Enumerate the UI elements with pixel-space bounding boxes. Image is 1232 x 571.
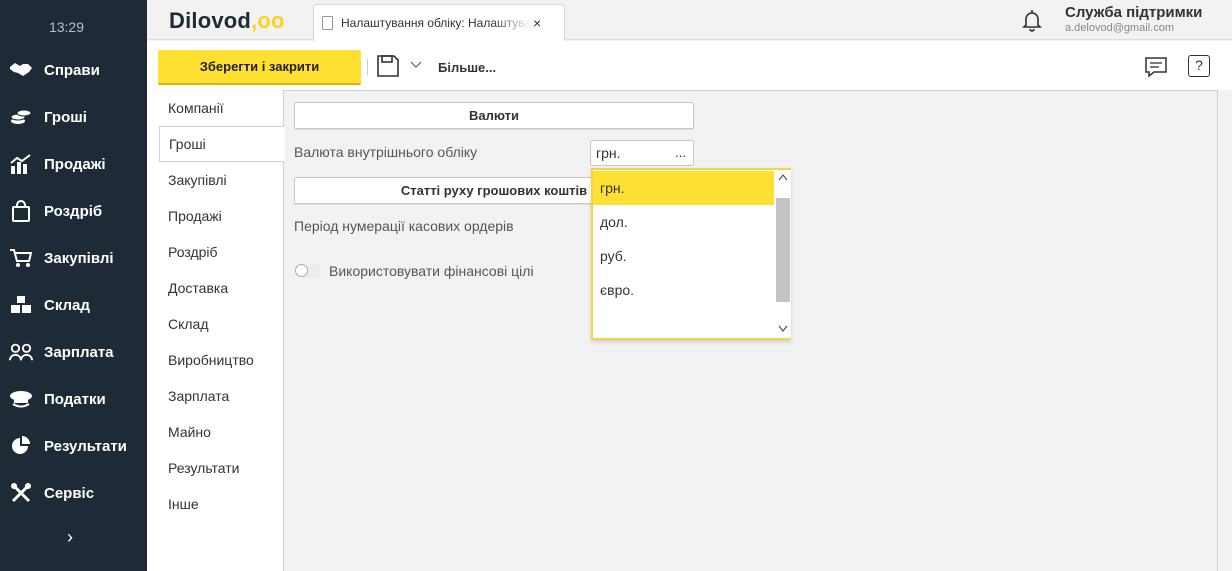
- support-email: a.delovod@gmail.com: [1065, 22, 1174, 34]
- sidebar-item-label: Роздріб: [44, 202, 103, 220]
- toggle-knob: [295, 264, 308, 277]
- settings-menu-item-results[interactable]: Результати: [159, 450, 284, 486]
- sidebar-item-purchases[interactable]: Закупівлі: [0, 238, 147, 278]
- logo: Dilovod,oo: [169, 8, 285, 33]
- currencies-button[interactable]: Валюти: [294, 102, 694, 129]
- shopping-bag-icon: [9, 199, 33, 223]
- settings-menu-item-sales[interactable]: Продажі: [159, 198, 284, 234]
- select-more-icon[interactable]: ...: [675, 141, 686, 165]
- settings-menu-item-warehouse[interactable]: Склад: [159, 306, 284, 342]
- clock: 13:29: [48, 19, 85, 35]
- tab-title: Налаштування обліку: Налаштування: [341, 16, 531, 30]
- chevron-down-icon[interactable]: [409, 57, 423, 71]
- sidebar-item-taxes[interactable]: Податки: [0, 379, 147, 419]
- toolbar-divider: [367, 59, 368, 75]
- chart-icon: [9, 152, 33, 176]
- scrollbar-thumb[interactable]: [776, 198, 790, 302]
- settings-menu: Компанії Гроші Закупівлі Продажі Роздріб…: [147, 90, 285, 571]
- sidebar-item-label: Зарплата: [44, 343, 114, 361]
- top-bar: Dilovod,oo Налаштування обліку: Налаштув…: [147, 0, 1232, 41]
- financial-goals-toggle[interactable]: [295, 264, 321, 277]
- cart-icon: [9, 246, 33, 270]
- boxes-icon: [9, 293, 33, 317]
- financial-goals-label: Використовувати фінансові цілі: [329, 263, 534, 279]
- officer-cap-icon: [9, 387, 33, 411]
- dropdown-option-uah[interactable]: грн.: [593, 171, 774, 205]
- support-name: Служба підтримки: [1065, 4, 1203, 21]
- sidebar-item-warehouse[interactable]: Склад: [0, 285, 147, 325]
- more-button[interactable]: Більше...: [438, 60, 496, 75]
- settings-menu-item-production[interactable]: Виробництво: [159, 342, 284, 378]
- pie-chart-icon: [9, 434, 33, 458]
- settings-menu-item-delivery[interactable]: Доставка: [159, 270, 284, 306]
- cash-order-period-label: Період нумерації касових ордерів: [294, 218, 514, 234]
- document-icon: [322, 16, 333, 30]
- chat-icon[interactable]: [1144, 55, 1168, 79]
- sidebar-item-salary[interactable]: Зарплата: [0, 332, 147, 372]
- chevron-up-icon[interactable]: [777, 172, 789, 184]
- internal-currency-label: Валюта внутрішнього обліку: [294, 144, 478, 160]
- settings-menu-item-other[interactable]: Інше: [159, 486, 284, 522]
- sidebar-item-service[interactable]: Сервіс: [0, 473, 147, 513]
- chevron-down-icon[interactable]: [777, 322, 789, 334]
- sidebar-item-sales[interactable]: Продажі: [0, 144, 147, 184]
- sidebar-item-affairs[interactable]: Справи: [0, 50, 147, 90]
- internal-currency-value: грн.: [596, 145, 621, 161]
- tools-icon: [9, 481, 33, 505]
- settings-menu-item-purchases[interactable]: Закупівлі: [159, 162, 284, 198]
- dropdown-option-usd[interactable]: дол.: [593, 205, 774, 239]
- toolbar: Зберегти і закрити Більше... ?: [147, 41, 1232, 90]
- sidebar-item-label: Продажі: [44, 155, 106, 173]
- sidebar-item-label: Склад: [44, 296, 90, 314]
- floppy-disk-icon[interactable]: [376, 54, 400, 78]
- expand-sidebar-icon[interactable]: ›: [60, 527, 80, 547]
- sidebar-item-money[interactable]: Гроші: [0, 97, 147, 137]
- sidebar-item-retail[interactable]: Роздріб: [0, 191, 147, 231]
- tab-settings[interactable]: Налаштування обліку: Налаштування ×: [313, 4, 565, 41]
- close-icon[interactable]: ×: [533, 15, 541, 31]
- currency-dropdown[interactable]: грн. дол. руб. євро.: [591, 168, 791, 340]
- main-sidebar: 13:29 Справи Гроші Продажі Роздріб Закуп…: [0, 0, 147, 571]
- bell-icon[interactable]: [1020, 8, 1044, 32]
- internal-currency-select[interactable]: грн. ...: [590, 140, 694, 166]
- sidebar-item-label: Результати: [44, 437, 127, 455]
- help-icon[interactable]: ?: [1188, 55, 1210, 77]
- sidebar-item-label: Закупівлі: [44, 249, 114, 267]
- settings-menu-item-salary[interactable]: Зарплата: [159, 378, 284, 414]
- dropdown-option-eur[interactable]: євро.: [593, 273, 774, 307]
- sidebar-item-label: Податки: [44, 390, 106, 408]
- save-and-close-button[interactable]: Зберегти і закрити: [158, 50, 361, 85]
- sidebar-item-label: Сервіс: [44, 484, 95, 502]
- coins-icon: [9, 105, 33, 129]
- sidebar-item-label: Справи: [44, 61, 100, 79]
- people-icon: [9, 340, 33, 364]
- settings-menu-item-companies[interactable]: Компанії: [159, 90, 284, 126]
- settings-menu-item-retail[interactable]: Роздріб: [159, 234, 284, 270]
- settings-menu-item-money[interactable]: Гроші: [159, 126, 285, 162]
- handshake-icon: [9, 58, 33, 82]
- dropdown-scrollbar[interactable]: [775, 170, 791, 338]
- sidebar-item-results[interactable]: Результати: [0, 426, 147, 466]
- dropdown-option-rub[interactable]: руб.: [593, 239, 774, 273]
- support-info[interactable]: Служба підтримки a.delovod@gmail.com: [1065, 4, 1202, 34]
- sidebar-item-label: Гроші: [44, 108, 87, 126]
- settings-menu-item-property[interactable]: Майно: [159, 414, 284, 450]
